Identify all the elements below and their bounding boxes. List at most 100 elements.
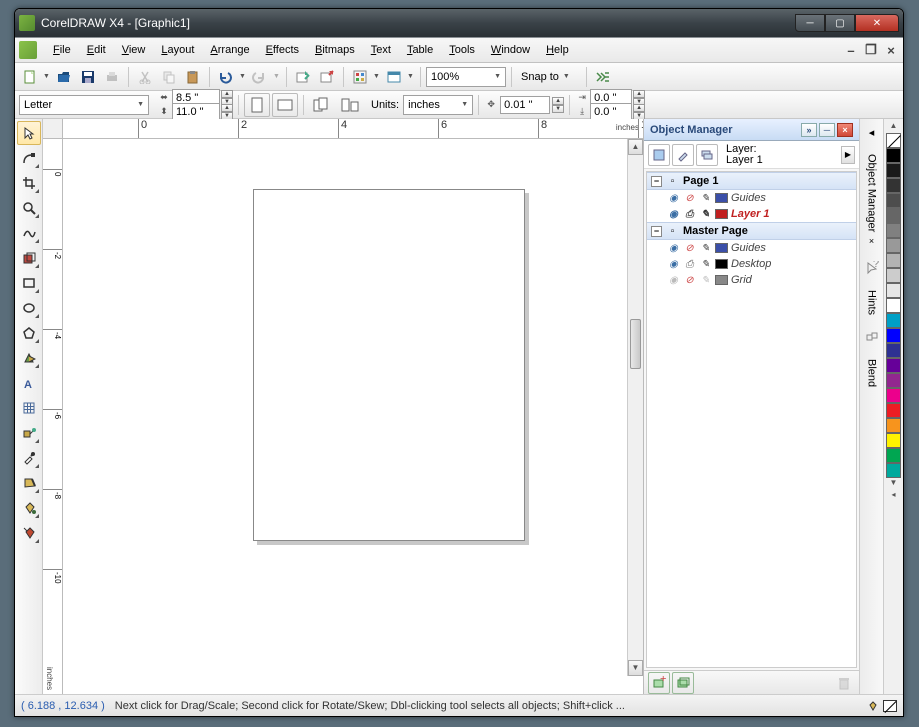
color-swatch[interactable] — [886, 283, 901, 298]
palette-up-button[interactable]: ▲ — [886, 121, 902, 133]
docker-tab-hints[interactable]: Hints — [863, 283, 881, 322]
page-height-input[interactable] — [172, 103, 220, 121]
edit-icon[interactable]: ✎ — [699, 209, 712, 220]
fill-indicator[interactable] — [867, 700, 897, 712]
visible-icon[interactable]: ◉ — [667, 243, 680, 254]
color-swatch[interactable] — [886, 418, 901, 433]
fill-tool[interactable] — [17, 496, 41, 520]
portrait-button[interactable] — [244, 93, 270, 117]
drawing-viewport[interactable]: ▲▼ — [63, 139, 643, 694]
tree-page-header[interactable]: −▫Page 1 — [647, 172, 856, 190]
interactive-tool[interactable] — [17, 421, 41, 445]
color-swatch[interactable] — [886, 223, 901, 238]
expand-icon[interactable]: − — [651, 176, 662, 187]
new-master-layer-button[interactable] — [672, 672, 694, 694]
docker-titlebar[interactable]: Object Manager » ─ × — [644, 119, 859, 141]
layer-color-swatch[interactable] — [715, 275, 728, 285]
docker-tab-object-manager[interactable]: Object Manager× — [863, 147, 881, 253]
all-pages-button[interactable] — [309, 93, 335, 117]
mdi-restore-button[interactable]: ❐ — [863, 43, 879, 57]
nudge-spinner[interactable]: ▲▼ — [552, 97, 564, 113]
visible-icon[interactable]: ◉ — [667, 209, 680, 220]
color-swatch[interactable] — [886, 433, 901, 448]
color-swatch[interactable] — [886, 148, 901, 163]
freehand-tool[interactable] — [17, 221, 41, 245]
nudge-input[interactable] — [500, 96, 550, 114]
tree-layer-row[interactable]: ◉⎙✎Desktop — [647, 256, 856, 272]
zoom-tool[interactable] — [17, 196, 41, 220]
tree-layer-row[interactable]: ◉⊘✎Grid — [647, 272, 856, 288]
color-swatch[interactable] — [886, 358, 901, 373]
snap-combo[interactable]: Snap to▼ — [517, 67, 581, 87]
menu-text[interactable]: Text — [363, 40, 399, 60]
color-swatch[interactable] — [886, 208, 901, 223]
color-swatch[interactable] — [886, 448, 901, 463]
color-swatch[interactable] — [886, 328, 901, 343]
menu-bitmaps[interactable]: Bitmaps — [307, 40, 363, 60]
paste-button[interactable] — [182, 66, 204, 88]
edit-icon[interactable]: ✎ — [699, 193, 712, 204]
rectangle-tool[interactable] — [17, 271, 41, 295]
tree-layer-row[interactable]: ◉⎙✎Layer 1 — [647, 206, 856, 222]
edit-icon[interactable]: ✎ — [699, 243, 712, 254]
edit-layers-button[interactable] — [672, 144, 694, 166]
minimize-button[interactable]: ─ — [795, 14, 825, 32]
docker-flyout-button[interactable]: ▶ — [841, 146, 855, 164]
color-swatch[interactable] — [886, 163, 901, 178]
outline-tool[interactable] — [17, 471, 41, 495]
object-tree[interactable]: −▫Page 1 ◉⊘✎Guides ◉⎙✎Layer 1−▫Master Page… — [646, 171, 857, 668]
palette-down-button[interactable]: ▼ — [886, 478, 902, 490]
open-button[interactable] — [53, 66, 75, 88]
print-disabled-icon[interactable]: ⊘ — [683, 243, 696, 254]
shape-tool[interactable] — [17, 146, 41, 170]
cut-button[interactable] — [134, 66, 156, 88]
docker-close-button[interactable]: × — [837, 123, 853, 137]
current-page-button[interactable] — [337, 93, 363, 117]
layer-color-swatch[interactable] — [715, 193, 728, 203]
menu-view[interactable]: View — [114, 40, 154, 60]
visible-icon[interactable]: ◉ — [667, 275, 680, 286]
expand-icon[interactable]: − — [651, 226, 662, 237]
save-button[interactable] — [77, 66, 99, 88]
mdi-minimize-button[interactable]: – — [843, 43, 859, 57]
print-disabled-icon[interactable]: ⊘ — [683, 275, 696, 286]
units-combo[interactable]: inches▼ — [403, 95, 473, 115]
docker-tab-expand-icon[interactable]: ◂ — [863, 123, 881, 141]
copy-button[interactable] — [158, 66, 180, 88]
export-button[interactable] — [316, 66, 338, 88]
basic-shapes-tool[interactable] — [17, 346, 41, 370]
menu-edit[interactable]: Edit — [79, 40, 114, 60]
color-swatch[interactable] — [886, 463, 901, 478]
text-tool[interactable]: A — [17, 371, 41, 395]
tree-page-header[interactable]: −▫Master Page — [647, 222, 856, 240]
options-button[interactable] — [592, 66, 614, 88]
height-spinner[interactable]: ▲▼ — [221, 104, 233, 120]
polygon-tool[interactable] — [17, 321, 41, 345]
layer-color-swatch[interactable] — [715, 209, 728, 219]
pick-tool[interactable] — [17, 121, 41, 145]
ruler-origin[interactable] — [43, 119, 63, 139]
color-swatch[interactable] — [886, 388, 901, 403]
app-menu-icon[interactable] — [19, 41, 37, 59]
print-disabled-icon[interactable]: ⊘ — [683, 193, 696, 204]
vertical-scrollbar[interactable]: ▲▼ — [627, 139, 643, 676]
hints-icon[interactable]: ? — [863, 259, 881, 277]
paper-size-combo[interactable]: Letter▼ — [19, 95, 149, 115]
tree-layer-row[interactable]: ◉⊘✎Guides — [647, 240, 856, 256]
ellipse-tool[interactable] — [17, 296, 41, 320]
redo-button[interactable] — [249, 66, 271, 88]
import-button[interactable] — [292, 66, 314, 88]
menu-arrange[interactable]: Arrange — [202, 40, 257, 60]
titlebar[interactable]: CorelDRAW X4 - [Graphic1] ─ ▢ ✕ — [15, 9, 903, 37]
docker-collapse-button[interactable]: » — [801, 123, 817, 137]
menu-effects[interactable]: Effects — [258, 40, 307, 60]
mdi-close-button[interactable]: × — [883, 43, 899, 57]
crop-tool[interactable] — [17, 171, 41, 195]
smart-fill-tool[interactable] — [17, 246, 41, 270]
edit-disabled-icon[interactable]: ✎ — [699, 275, 712, 286]
color-swatch[interactable] — [886, 238, 901, 253]
table-tool[interactable] — [17, 396, 41, 420]
welcome-button[interactable] — [383, 66, 405, 88]
new-button[interactable] — [19, 66, 41, 88]
docker-tab-blend[interactable]: Blend — [863, 352, 881, 394]
